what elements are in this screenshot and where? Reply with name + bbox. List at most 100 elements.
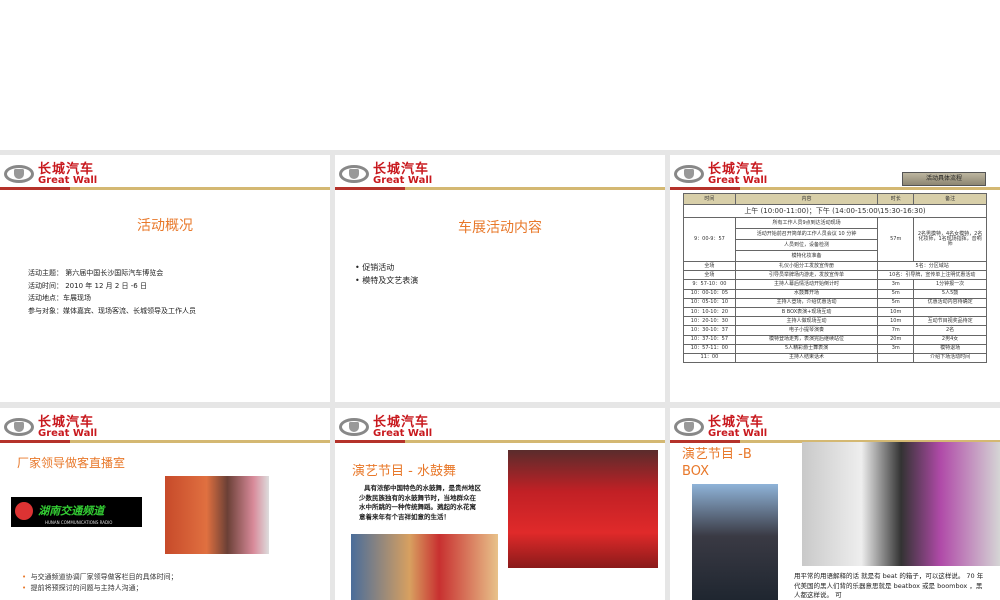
logo-en: Great Wall	[373, 174, 433, 186]
slide-title: 活动概况	[137, 218, 193, 234]
cell: 2名	[913, 325, 987, 336]
col-header: 时间	[683, 193, 736, 205]
table-row: 全场 引导员举牌场内游走，发放宣传单 10名：引导牌，宣传单上注明优惠活动	[683, 270, 987, 281]
slide-title: 厂家领导做客直播室	[17, 456, 126, 470]
bullet-text: 提前将预探讨的问题与主持人沟通；	[30, 584, 143, 592]
cell: 礼仪小姐分工发放宣传册	[734, 260, 879, 272]
col-header: 备注	[913, 193, 987, 205]
cell: 介绍下场活动时间	[913, 352, 987, 364]
cell: 7m	[877, 325, 915, 336]
cell: 主持人幕后情活动开始倒计时	[734, 279, 879, 290]
info-line: 活动地点：车展现场	[28, 294, 91, 302]
bbox-performer-photo	[692, 484, 778, 600]
cell: 模特退场	[913, 343, 987, 354]
cell: 57m	[877, 217, 915, 262]
bbox-stage-photo	[802, 442, 1000, 566]
cell: 9：57-10：00	[683, 279, 736, 290]
slide-title: 车展活动内容	[458, 220, 542, 236]
cell: 10：57-11：00	[683, 343, 736, 354]
cell: 主持人做现场互动	[734, 316, 879, 327]
logo-en: Great Wall	[38, 174, 98, 186]
logo-cn: 长城汽车	[373, 414, 430, 430]
slide-thumbnail-4[interactable]: 长城汽车 Great Wall 厂家领导做客直播室 湖南交通频道 HUNAN CO…	[0, 408, 330, 600]
schedule-table: 时间 内容 时长 备注 上午 (10:00-11:00)；下午 (14:00-15:0…	[683, 193, 987, 364]
bullet-text: 模特及文艺表演	[362, 276, 419, 285]
cell: 全场	[683, 260, 736, 272]
cell: 9：00-9：57	[683, 217, 736, 262]
cell: 11：00	[683, 352, 736, 364]
radio-logo-en: HUNAN COMMUNICATIONS RADIO	[45, 519, 113, 525]
slide-thumbnail-6[interactable]: 长城汽车 Great Wall 演艺节目 -B BOX 用平常的用语解释的话 就是…	[670, 408, 1000, 600]
slide-thumbnail-3[interactable]: 长城汽车 Great Wall 活动具体流程 时间 内容 时长 备注 上午 (10:00…	[670, 155, 1000, 402]
cell	[877, 352, 915, 364]
cell: 引导员举牌场内游走，发放宣传单	[734, 270, 879, 281]
cell: 所有工作人员9点到达活动现场	[734, 217, 879, 229]
table-row: 9：57-10：00 主持人幕后情活动开始倒计时 3m 1分钟报一次	[683, 279, 987, 290]
slide-thumbnail-5[interactable]: 长城汽车 Great Wall 演艺节目 - 水鼓舞 具有浓郁中国特色的水鼓舞，是…	[335, 408, 665, 600]
cell: 主持人登场，介绍优惠活动	[734, 297, 879, 308]
cell: 5人5鼓	[913, 288, 987, 299]
cell	[913, 306, 987, 318]
cell: 10：00-10：05	[683, 288, 736, 299]
logo-cn: 长城汽车	[38, 414, 95, 430]
bullet-item: • 模特及文艺表演	[355, 276, 419, 285]
emblem-icon	[339, 418, 369, 436]
great-wall-logo: 长城汽车 Great Wall	[674, 161, 767, 187]
great-wall-logo: 长城汽车 Great Wall	[4, 161, 97, 187]
cell: 水鼓舞开场	[734, 288, 879, 299]
great-wall-logo: 长城汽车 Great Wall	[4, 414, 97, 440]
cell: 10：37-10：57	[683, 334, 736, 345]
slide-thumbnail-2[interactable]: 长城汽车 Great Wall 车展活动内容 • 促销活动 • 模特及文艺表演	[335, 155, 665, 402]
logo-cn: 长城汽车	[708, 414, 765, 430]
studio-photo	[165, 476, 269, 554]
cell: 2名男模特，4名女模特，2名化妆师，1名现场指挥，音响师	[913, 217, 987, 262]
cell: B BOX表演+现场互动	[734, 306, 879, 318]
cell: 互动节目视奖品待定	[913, 316, 987, 327]
slide-title: 演艺节目 - 水鼓舞	[352, 464, 456, 479]
header-rule	[335, 440, 665, 443]
logo-cn: 长城汽车	[373, 161, 430, 177]
cell: 1分钟报一次	[913, 279, 987, 290]
header-rule	[670, 187, 1000, 190]
bullet-item: • 与交通频道协调厂家领导做客栏目的具体时间；	[22, 573, 178, 581]
table-row: 10：20-10：30 主持人做现场互动 10m 互动节目视奖品待定	[683, 316, 987, 327]
info-line: 活动主题： 第六届中国长沙国际汽车博览会	[28, 269, 164, 277]
cell: 5名：分区域站	[877, 260, 987, 272]
cell: 2男4女	[913, 334, 987, 345]
cell: 人员到位，设备检测	[734, 239, 879, 251]
cell: 电子小提琴演奏	[734, 325, 879, 336]
emblem-icon	[674, 418, 704, 436]
cell: 3m	[877, 279, 915, 290]
cell: 5m	[877, 297, 915, 308]
cell: 5人精彩爵士舞表演	[734, 343, 879, 354]
logo-en: Great Wall	[708, 174, 768, 186]
slide-thumbnail-1[interactable]: 长城汽车 Great Wall 活动概况 活动主题： 第六届中国长沙国际汽车博览会…	[0, 155, 330, 402]
drum-dance-photo	[508, 450, 658, 568]
header-rule	[335, 187, 665, 190]
cell: 10：30-10：37	[683, 325, 736, 336]
bullet-item: • 促销活动	[355, 263, 395, 272]
table-row: 11：00 主持人结束话术 介绍下场活动时间	[683, 352, 987, 364]
radio-logo-mascot	[15, 501, 33, 520]
cell: 20m	[877, 334, 915, 345]
radio-logo-cn: 湖南交通频道	[38, 504, 105, 518]
header-rule	[0, 187, 330, 190]
table-row: 10：10-10：20 B BOX表演+现场互动 10m	[683, 306, 987, 318]
cell: 活动开始前召开简单的工作人员会议 10 分钟	[734, 228, 879, 240]
great-wall-logo: 长城汽车 Great Wall	[339, 161, 432, 187]
cell: 全场	[683, 270, 736, 281]
great-wall-logo: 长城汽车 Great Wall	[339, 414, 432, 440]
cell: 10m	[877, 316, 915, 327]
bullet-item: • 提前将预探讨的问题与主持人沟通；	[22, 584, 143, 592]
table-row: 10：00-10：05 水鼓舞开场 5m 5人5鼓	[683, 288, 987, 299]
col-header: 内容	[734, 193, 879, 205]
info-line: 参与对象：媒体嘉宾、现场客流、长城领导及工作人员	[28, 306, 196, 315]
table-row: 10：37-10：57 模特登场走秀，表演完后继续站位 20m 2男4女	[683, 334, 987, 345]
cell: 10m	[877, 306, 915, 318]
cell: 模特化妆准备	[734, 250, 879, 262]
cell: 10：20-10：30	[683, 316, 736, 327]
cell: 模特登场走秀，表演完后继续站位	[734, 334, 879, 345]
cell: 10：05-10：10	[683, 297, 736, 308]
emblem-icon	[339, 165, 369, 183]
cell: 3m	[877, 343, 915, 354]
